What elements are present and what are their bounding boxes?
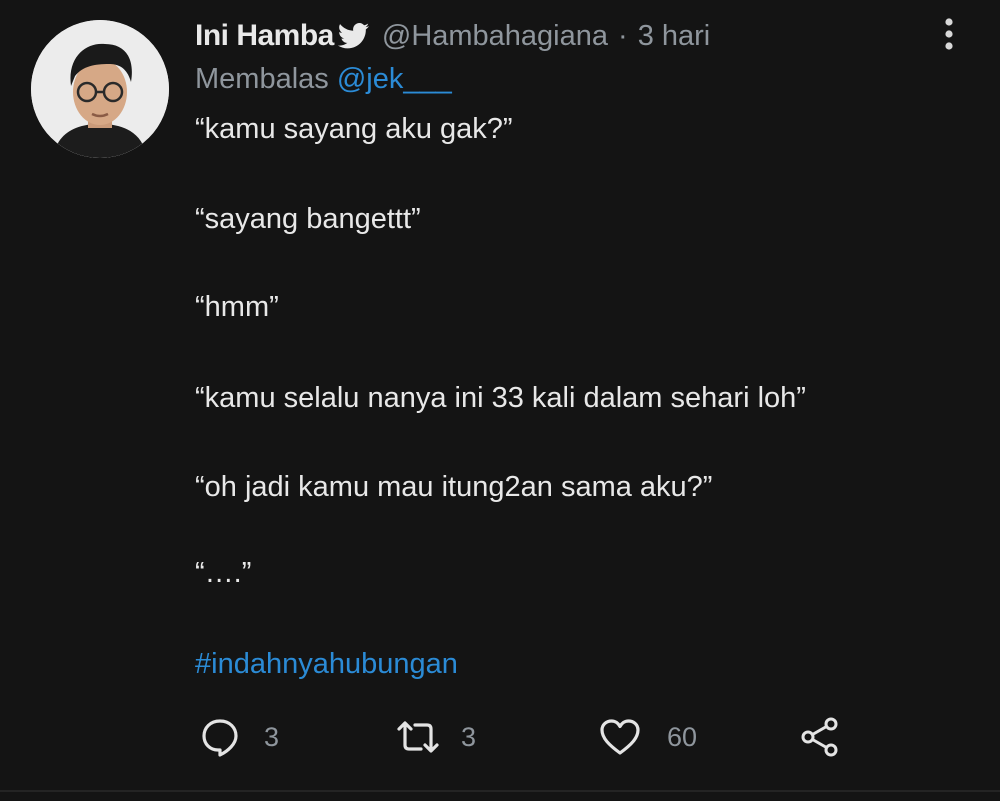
tweet-text-line: “kamu sayang aku gak?” <box>195 113 513 145</box>
header-separator: · <box>618 19 628 52</box>
tweet-text-line: “sayang bangettt” <box>195 203 421 235</box>
author-name[interactable]: Ini Hamba <box>195 19 334 53</box>
author-handle[interactable]: @Hambahagiana <box>382 20 608 53</box>
reply-count: 3 <box>264 721 280 752</box>
reply-button[interactable]: 3 <box>200 712 279 762</box>
action-bar: 3 3 60 <box>195 712 855 762</box>
tweet-text-line: “….” <box>195 557 252 589</box>
tweet-card: Ini Hamba @Hambahagiana · 3 hari Membala… <box>0 0 1000 801</box>
retweet-count: 3 <box>461 721 477 752</box>
tweet-text-line: “kamu selalu nanya ini 33 kali dalam seh… <box>195 382 806 414</box>
retweet-button[interactable]: 3 <box>395 712 476 762</box>
like-count: 60 <box>667 721 698 752</box>
hashtag-link[interactable]: #indahnyahubungan <box>195 648 458 681</box>
reply-mention-link[interactable]: @jek___ <box>337 63 452 95</box>
bird-icon <box>337 23 370 49</box>
tweet-header: Ini Hamba @Hambahagiana · 3 hari <box>195 16 710 56</box>
tweet-text-line: “hmm” <box>195 291 279 323</box>
avatar-photo <box>31 20 169 158</box>
heart-icon <box>599 718 641 756</box>
share-button[interactable] <box>799 712 841 762</box>
replying-to: Membalas @jek___ <box>195 63 452 96</box>
tweet-text-line: “oh jadi kamu mau itung2an sama aku?” <box>195 471 713 503</box>
like-button[interactable]: 60 <box>599 712 697 762</box>
replying-to-label: Membalas <box>195 63 329 95</box>
reply-icon <box>200 717 240 757</box>
retweet-icon <box>395 719 441 755</box>
more-vertical-icon[interactable] <box>934 16 964 52</box>
divider <box>0 790 1000 792</box>
avatar[interactable] <box>31 20 169 158</box>
share-icon <box>799 716 841 758</box>
tweet-timestamp[interactable]: 3 hari <box>638 20 711 53</box>
